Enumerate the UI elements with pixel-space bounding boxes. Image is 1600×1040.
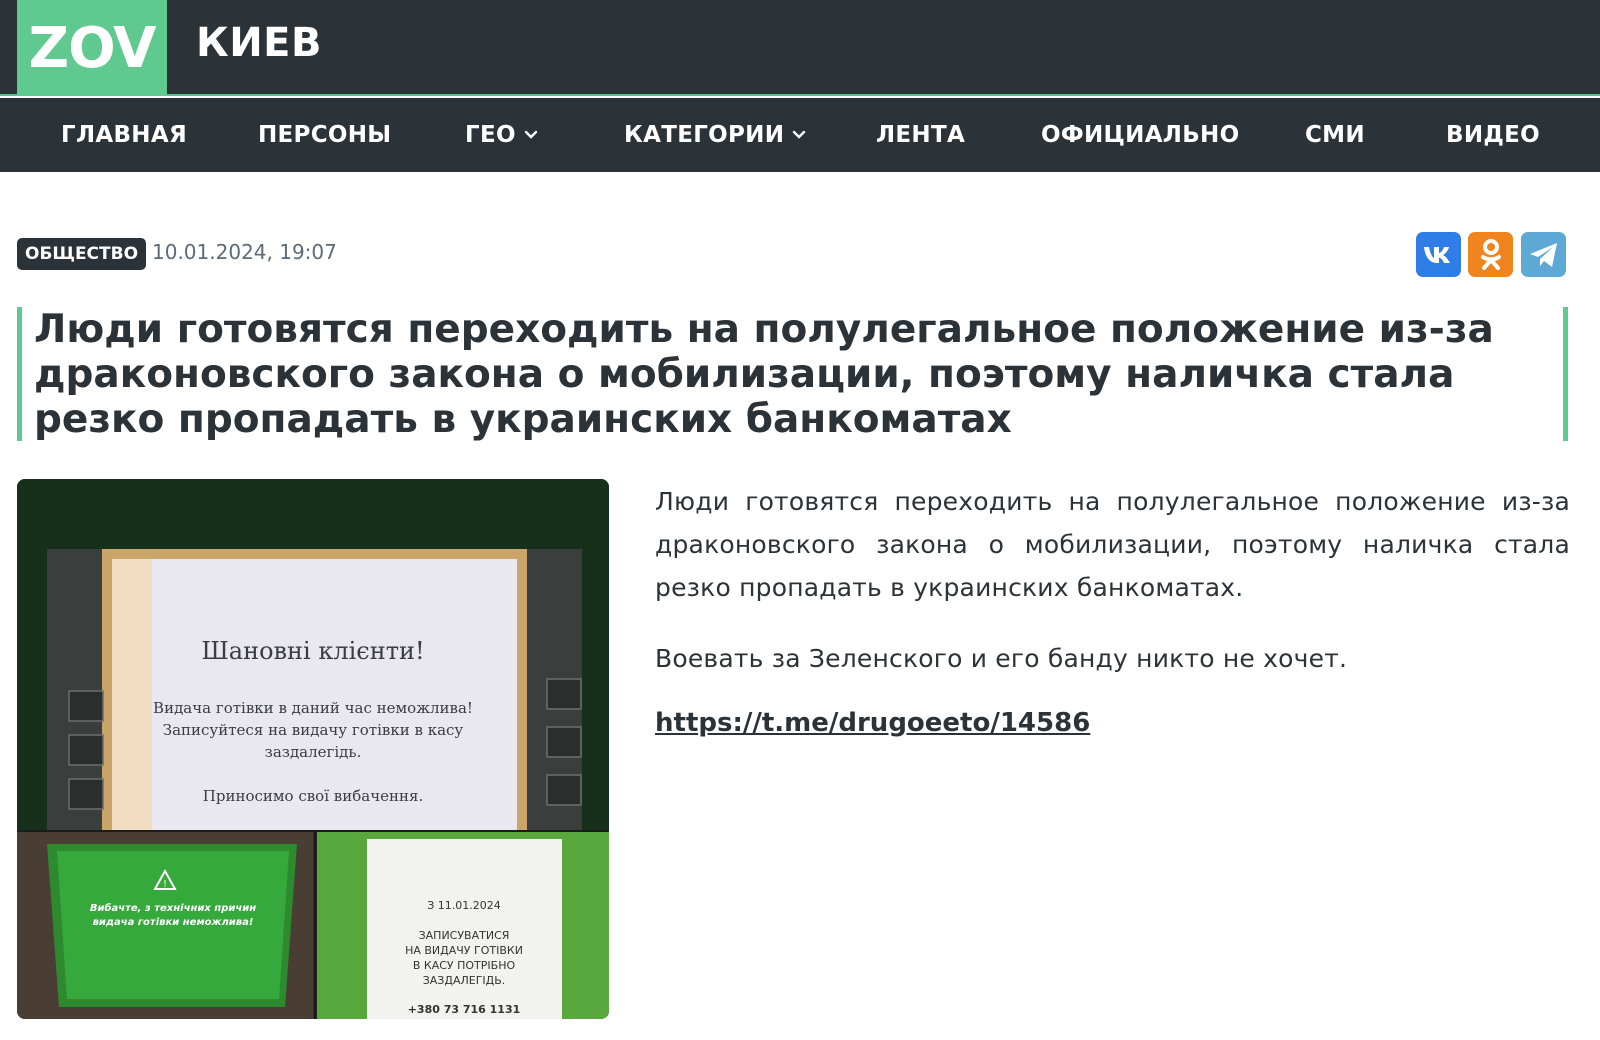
- article-title-block: Люди готовятся переходить на полулегальн…: [17, 307, 1568, 442]
- notice-date: З 11.01.2024: [427, 899, 501, 912]
- notice-line: В КАСУ ПОТРІБНО: [413, 959, 516, 972]
- city-name[interactable]: КИЕВ: [196, 20, 322, 66]
- main-nav: ГЛАВНАЯ ПЕРСОНЫ ГЕО КАТЕГОРИИ ЛЕНТА ОФИЦ…: [0, 98, 1600, 172]
- site-logo[interactable]: ZOV: [17, 0, 167, 96]
- vk-icon: [1423, 246, 1450, 263]
- site-header: ZOV КИЕВ: [0, 0, 1600, 96]
- atm-notice-line: заздалегідь.: [265, 743, 362, 761]
- atm-screen-line: видача готівки неможлива!: [93, 917, 254, 928]
- nav-item-video[interactable]: ВИДЕО: [1446, 98, 1540, 172]
- nav-item-official[interactable]: ОФИЦИАЛЬНО: [1041, 98, 1239, 172]
- nav-item-label: ОФИЦИАЛЬНО: [1041, 122, 1240, 148]
- notice-phone: +380 73 716 1131: [408, 1003, 521, 1016]
- nav-item-label: ПЕРСОНЫ: [258, 122, 392, 148]
- atm-notice-line: Записуйтеся на видачу готівки в касу: [163, 721, 464, 739]
- publish-date: 10.01.2024, 19:07: [152, 240, 337, 264]
- share-ok-button[interactable]: [1468, 232, 1513, 277]
- article-paragraph: Воевать за Зеленского и его банду никто …: [655, 644, 1348, 673]
- nav-item-media[interactable]: СМИ: [1305, 98, 1365, 172]
- nav-item-geo[interactable]: ГЕО: [465, 98, 538, 172]
- atm-screen-line: Вибачте, з технічних причин: [90, 902, 256, 914]
- atm-notice-heading: Шановні клієнти!: [201, 637, 424, 665]
- share-vk-button[interactable]: [1416, 232, 1461, 277]
- atm-notice-line: Видача готівки в даний час неможлива!: [153, 699, 473, 717]
- odnoklassniki-icon: [1480, 238, 1501, 270]
- nav-item-label: СМИ: [1305, 122, 1365, 148]
- atm-collage-image: Шановні клієнти! Видача готівки в даний …: [17, 479, 609, 1019]
- notice-line: ЗАПИСУВАТИСЯ: [419, 929, 510, 942]
- article-title: Люди готовятся переходить на полулегальн…: [34, 307, 1494, 442]
- nav-item-feed[interactable]: ЛЕНТА: [876, 98, 965, 172]
- svg-text:!: !: [163, 879, 167, 890]
- atm-notice-line: Приносимо свої вибачення.: [203, 787, 423, 805]
- nav-item-label: ВИДЕО: [1446, 122, 1541, 148]
- telegram-icon: [1529, 242, 1557, 267]
- notice-line: ЗАЗДАЛЕГІДЬ.: [423, 974, 506, 987]
- nav-item-label: ЛЕНТА: [876, 122, 966, 148]
- source-link[interactable]: https://t.me/drugoeeto/14586: [655, 708, 1090, 738]
- article-image[interactable]: Шановні клієнти! Видача готівки в даний …: [17, 479, 609, 1019]
- chevron-down-icon: [524, 130, 538, 139]
- nav-item-label: КАТЕГОРИИ: [624, 122, 785, 148]
- chevron-down-icon: [793, 130, 806, 139]
- nav-item-main[interactable]: ГЛАВНАЯ: [61, 98, 187, 172]
- nav-item-label: ГЛАВНАЯ: [61, 122, 187, 148]
- category-badge[interactable]: ОБЩЕСТВО: [17, 238, 147, 270]
- article-body: Люди готовятся переходить на полулегальн…: [655, 480, 1570, 738]
- nav-item-categories[interactable]: КАТЕГОРИИ: [624, 98, 806, 172]
- nav-item-persons[interactable]: ПЕРСОНЫ: [258, 98, 391, 172]
- article-paragraph: Люди готовятся переходить на полулегальн…: [655, 487, 1570, 602]
- nav-item-label: ГЕО: [465, 122, 516, 148]
- share-telegram-button[interactable]: [1521, 232, 1566, 277]
- notice-line: НА ВИДАЧУ ГОТІВКИ: [405, 944, 523, 957]
